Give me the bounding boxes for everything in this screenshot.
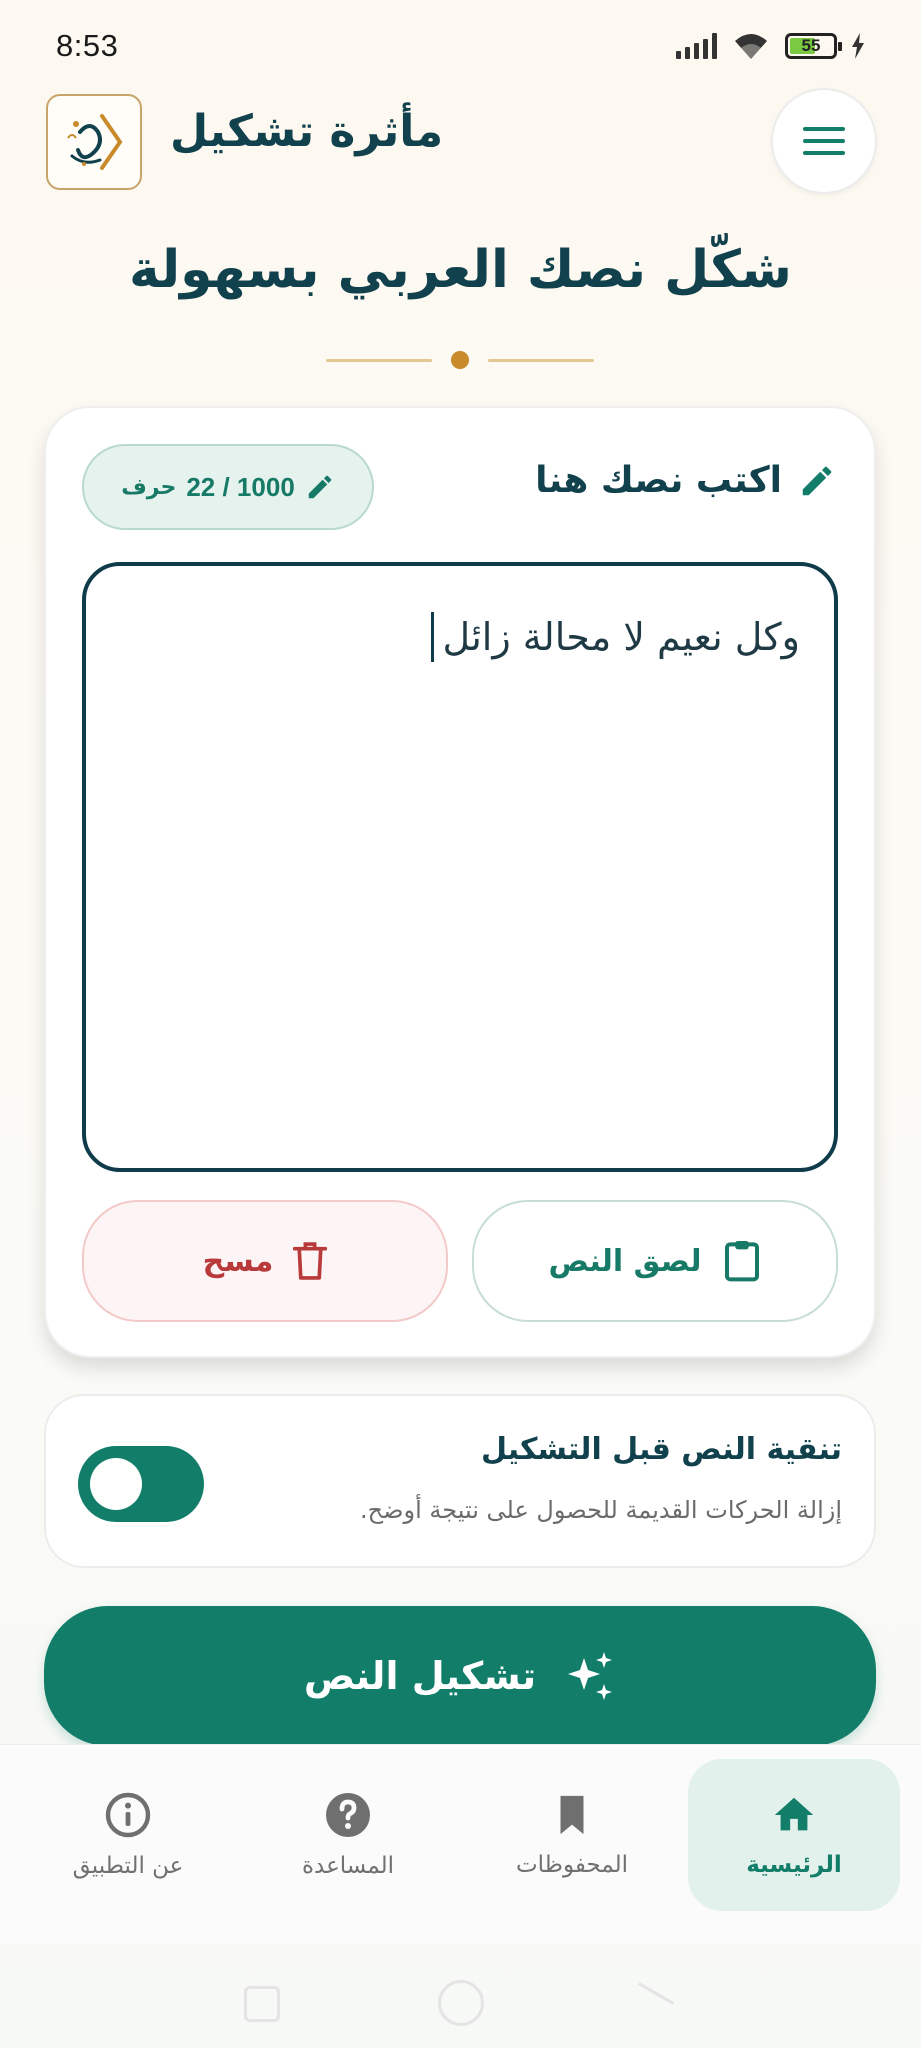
nav-item-saved-label: المحفوظات bbox=[515, 1852, 629, 1878]
bookmark-icon bbox=[560, 1795, 584, 1835]
app-title: مأثرة تشكيل bbox=[170, 106, 444, 157]
nav-item-about-label: عن التطبيق bbox=[72, 1853, 184, 1879]
home-system-button[interactable] bbox=[438, 1980, 484, 2026]
text-caret bbox=[431, 612, 435, 662]
menu-button[interactable] bbox=[771, 88, 877, 194]
nav-item-home-label: الرئيسية bbox=[746, 1852, 842, 1878]
clean-option-title: تنقية النص قبل التشكيل bbox=[480, 1432, 842, 1467]
recents-button[interactable] bbox=[244, 1986, 280, 2022]
wifi-icon bbox=[735, 34, 767, 59]
toggle-knob bbox=[90, 1458, 142, 1510]
text-input-value-wrap: وكل نعيم لا محالة زائل bbox=[431, 612, 800, 662]
editor-card-title: اكتب نصك هنا bbox=[535, 460, 836, 501]
nav-item-saved[interactable]: المحفوظات bbox=[466, 1759, 678, 1911]
diacritize-button[interactable]: تشكيل النص bbox=[44, 1606, 876, 1746]
editor-card-title-text: اكتب نصك هنا bbox=[535, 460, 782, 501]
status-icons: 55 bbox=[676, 31, 865, 61]
text-input[interactable]: وكل نعيم لا محالة زائل bbox=[82, 562, 838, 1172]
character-unit: حرف bbox=[121, 474, 177, 500]
help-icon bbox=[326, 1793, 370, 1837]
clear-button-label: مسح bbox=[202, 1243, 274, 1279]
status-time: 8:53 bbox=[56, 28, 119, 63]
info-icon bbox=[105, 1792, 151, 1838]
clean-option-card: تنقية النص قبل التشكيل إزالة الحركات الق… bbox=[44, 1394, 876, 1568]
battery-level: 55 bbox=[801, 36, 821, 55]
editor-card: اكتب نصك هنا 22 / 1000 حرف وكل نعيم لا م… bbox=[44, 406, 876, 1358]
calligraphy-logo-icon bbox=[46, 94, 142, 190]
page-headline: شكّل نصك العربي بسهولة bbox=[129, 240, 792, 300]
signal-icon bbox=[676, 33, 717, 59]
bottom-navigation: الرئيسية المحفوظات المساعدة عن التطبيق bbox=[0, 1744, 921, 1944]
nav-item-help-label: المساعدة bbox=[301, 1853, 395, 1879]
clipboard-icon bbox=[724, 1241, 759, 1282]
clear-button[interactable]: مسح bbox=[82, 1200, 448, 1322]
trash-icon bbox=[293, 1242, 328, 1280]
decorative-divider bbox=[326, 348, 594, 372]
battery-icon: 55 bbox=[785, 33, 842, 59]
system-navigation-bar bbox=[0, 1944, 921, 2048]
pencil-small-icon bbox=[308, 475, 332, 499]
back-button[interactable] bbox=[637, 1982, 675, 2005]
diacritize-button-label: تشكيل النص bbox=[303, 1654, 537, 1698]
character-counter: 22 / 1000 حرف bbox=[82, 444, 374, 530]
character-count: 22 / 1000 bbox=[186, 471, 295, 502]
text-input-value: وكل نعيم لا محالة زائل bbox=[442, 615, 800, 659]
nav-item-home[interactable]: الرئيسية bbox=[688, 1759, 900, 1911]
sparkle-icon bbox=[568, 1652, 613, 1700]
charging-icon bbox=[852, 33, 864, 59]
app-header: مأثرة تشكيل bbox=[0, 88, 921, 198]
paste-button[interactable]: لصق النص bbox=[472, 1200, 838, 1322]
paste-button-label: لصق النص bbox=[548, 1243, 702, 1279]
nav-item-about[interactable]: عن التطبيق bbox=[22, 1759, 234, 1911]
clean-option-toggle[interactable] bbox=[78, 1446, 204, 1522]
status-bar: 8:53 55 bbox=[0, 0, 921, 92]
hamburger-menu-icon bbox=[803, 127, 845, 155]
clean-option-description: إزالة الحركات القديمة للحصول على نتيجة أ… bbox=[359, 1496, 842, 1524]
home-icon bbox=[774, 1797, 814, 1831]
nav-item-help[interactable]: المساعدة bbox=[242, 1759, 454, 1911]
pencil-icon bbox=[802, 466, 832, 495]
